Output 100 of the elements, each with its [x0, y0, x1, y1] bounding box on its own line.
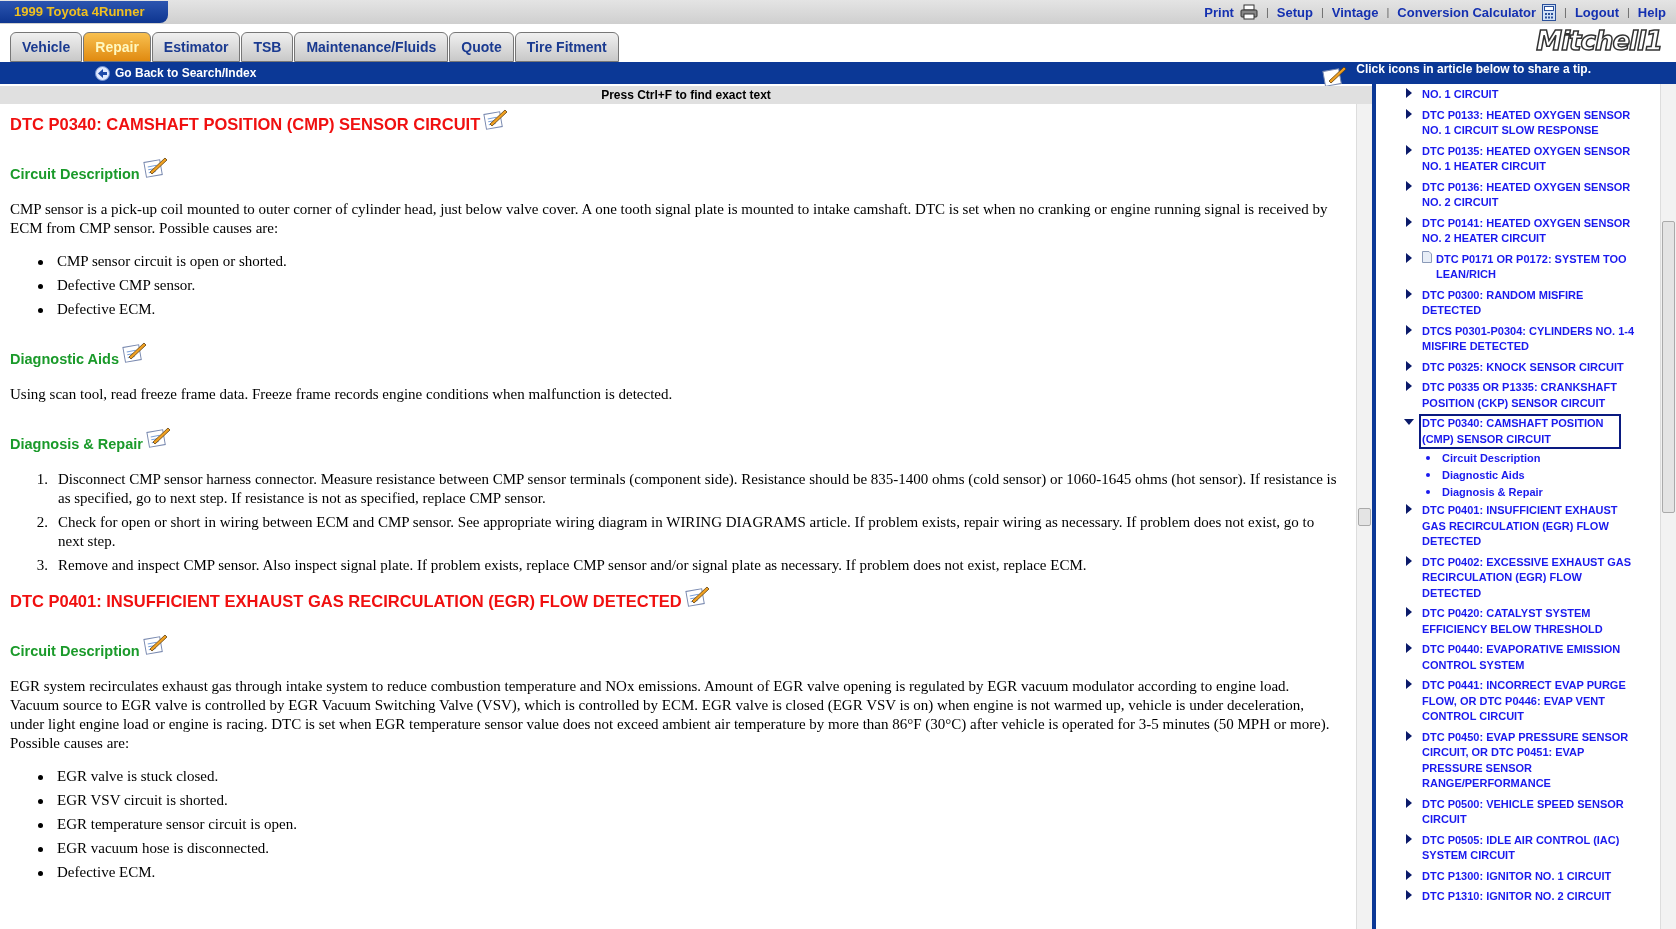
- list-item: Defective ECM.: [57, 863, 156, 882]
- sidebar-sublink[interactable]: Diagnosis & Repair: [1442, 485, 1543, 498]
- tip-text: Click icons in article below to share a tip.: [1356, 62, 1591, 76]
- sidebar-link[interactable]: DTC P1310: IGNITOR NO. 2 CIRCUIT: [1419, 887, 1615, 907]
- caret-right-icon[interactable]: [1404, 833, 1414, 844]
- sidebar-link[interactable]: DTC P0335 OR P1335: CRANKSHAFT POSITION (CKP) SENSOR CIRCUIT: [1419, 378, 1640, 413]
- sidebar-link[interactable]: DTC P0141: HEATED OXYGEN SENSOR NO. 2 HEATER CIRCUIT: [1419, 213, 1640, 249]
- caret-right-icon[interactable]: [1404, 144, 1414, 155]
- caret-right-icon[interactable]: [1404, 360, 1414, 371]
- calculator-icon[interactable]: [1542, 3, 1557, 21]
- nav-tab[interactable]: TSB: [241, 32, 294, 62]
- list-number: 3.: [35, 556, 48, 575]
- header-link[interactable]: Print: [1204, 4, 1234, 20]
- header-link[interactable]: Vintage: [1331, 4, 1379, 20]
- list-item: EGR valve is stuck closed.: [57, 767, 219, 786]
- document-icon: [1422, 250, 1432, 263]
- list-item: EGR vacuum hose is disconnected.: [57, 839, 270, 858]
- scrollbar[interactable]: [1660, 84, 1676, 929]
- sidebar-link[interactable]: DTC P0441: INCORRECT EVAP PURGE FLOW, OR DTC P0446: EVAP VENT CONTROL CIRCUIT: [1419, 676, 1640, 727]
- link-separator: |: [1320, 6, 1324, 18]
- sidebar-sublink[interactable]: Diagnostic Aids: [1442, 468, 1525, 481]
- header-link[interactable]: Setup: [1276, 4, 1313, 20]
- note-pencil-icon[interactable]: [684, 585, 711, 607]
- article-title: DTC P0401: INSUFFICIENT EXHAUST GAS RECIRCULATION (EGR) FLOW DETECTED: [10, 592, 682, 611]
- bullet-icon: [1426, 489, 1430, 494]
- logo: Mitchell1: [1536, 26, 1662, 56]
- note-pencil-icon[interactable]: [142, 156, 169, 178]
- caret-right-icon[interactable]: [1404, 381, 1414, 391]
- caret-right-icon[interactable]: [1404, 607, 1414, 617]
- list-item: Disconnect CMP sensor harness connector. Measure resistance between CMP sensor terminals (component side). Resistance should be 835-1400 ohms (cold sensor) or 1060-1645 ohms (hot sensor). If resistance is as specified, go to next step. If resistance is not as specified, replace CMP sensor.: [58, 470, 1338, 508]
- note-pencil-icon[interactable]: [142, 633, 169, 655]
- header-link[interactable]: Conversion Calculator: [1397, 4, 1537, 20]
- list-item: EGR VSV circuit is shorted.: [57, 791, 228, 810]
- sidebar-link[interactable]: DTC P1300: IGNITOR NO. 1 CIRCUIT: [1419, 866, 1615, 886]
- sidebar-link[interactable]: DTC P0340: CAMSHAFT POSITION (CMP) SENSOR CIRCUIT: [1419, 414, 1621, 449]
- bullet-icon: [38, 775, 43, 780]
- sidebar-link[interactable]: DTC P0505: IDLE AIR CONTROL (IAC) SYSTEM CIRCUIT: [1419, 830, 1640, 866]
- sidebar-link[interactable]: DTC P0135: HEATED OXYGEN SENSOR NO. 1 HEATER CIRCUIT: [1419, 141, 1640, 177]
- sidebar-link[interactable]: DTC P0420: CATALYST SYSTEM EFFICIENCY BELOW THRESHOLD: [1419, 604, 1640, 639]
- link-separator: |: [1265, 6, 1269, 18]
- scrollbar[interactable]: [1356, 104, 1372, 929]
- section-heading: Circuit Description: [10, 643, 140, 659]
- caret-right-icon[interactable]: [1404, 869, 1414, 880]
- list-number: 1.: [35, 470, 48, 489]
- find-hint: Press Ctrl+F to find exact text: [0, 86, 1372, 104]
- caret-right-icon[interactable]: [1404, 730, 1414, 741]
- sidebar-link[interactable]: DTC P0300: RANDOM MISFIRE DETECTED: [1419, 285, 1640, 321]
- caret-right-icon[interactable]: [1404, 88, 1414, 98]
- nav-tab[interactable]: Vehicle: [10, 32, 83, 62]
- sidebar-link[interactable]: DTCS P0301-P0304: CYLINDERS NO. 1-4 MISFIRE DETECTED: [1419, 321, 1640, 357]
- caret-right-icon[interactable]: [1404, 555, 1414, 566]
- sidebar-sublink[interactable]: Circuit Description: [1442, 451, 1541, 464]
- nav-tab[interactable]: Tire Fitment: [514, 32, 619, 62]
- caret-right-icon[interactable]: [1404, 324, 1414, 335]
- note-pencil-icon: [1322, 65, 1349, 87]
- sidebar-link[interactable]: DTC P0171 OR P0172: SYSTEM TOO LEAN/RICH: [1433, 249, 1654, 285]
- section-heading: Diagnosis & Repair: [10, 436, 143, 452]
- bullet-icon: [1426, 455, 1430, 460]
- caret-right-icon[interactable]: [1404, 797, 1414, 808]
- caret-right-icon[interactable]: [1404, 890, 1414, 900]
- bullet-icon: [38, 871, 43, 876]
- list-item: Defective CMP sensor.: [57, 276, 196, 295]
- sidebar-link[interactable]: DTC P0440: EVAPORATIVE EMISSION CONTROL SYSTEM: [1419, 640, 1640, 675]
- sidebar-link[interactable]: DTC P0325: KNOCK SENSOR CIRCUIT: [1419, 357, 1627, 377]
- caret-right-icon[interactable]: [1404, 108, 1414, 119]
- paragraph: Using scan tool, read freeze frame data. Freeze frame records engine conditions when malfunction is detected.: [10, 385, 674, 404]
- header-link[interactable]: Logout: [1574, 4, 1619, 20]
- sidebar-link[interactable]: DTC P0133: HEATED OXYGEN SENSOR NO. 1 CIRCUIT SLOW RESPONSE: [1419, 105, 1640, 141]
- sidebar-link[interactable]: NO. 1 CIRCUIT: [1419, 85, 1502, 105]
- sidebar-link[interactable]: DTC P0402: EXCESSIVE EXHAUST GAS RECIRCULATION (EGR) FLOW DETECTED: [1419, 552, 1640, 603]
- nav-tab[interactable]: Quote: [449, 32, 514, 62]
- caret-right-icon[interactable]: [1404, 216, 1414, 227]
- sidebar-link[interactable]: DTC P0401: INSUFFICIENT EXHAUST GAS RECIRCULATION (EGR) FLOW DETECTED: [1419, 501, 1640, 552]
- printer-icon[interactable]: [1239, 4, 1258, 20]
- caret-right-icon[interactable]: [1404, 252, 1414, 263]
- note-pencil-icon[interactable]: [145, 426, 172, 448]
- list-item: Defective ECM.: [57, 300, 156, 319]
- caret-right-icon[interactable]: [1404, 180, 1414, 191]
- list-item: Check for open or short in wiring between ECM and CMP sensor. See appropriate wiring diagram in WIRING DIAGRAMS article. If problem exists, repair wiring as necessary. If problem does not exist, go to next step.: [58, 513, 1316, 551]
- nav-tab[interactable]: Estimator: [151, 32, 241, 62]
- caret-down-icon[interactable]: [1404, 417, 1414, 427]
- header-link[interactable]: Help: [1637, 4, 1666, 20]
- bullet-icon: [38, 823, 43, 828]
- article-title: DTC P0340: CAMSHAFT POSITION (CMP) SENSOR CIRCUIT: [10, 115, 481, 134]
- link-separator: |: [1626, 6, 1630, 18]
- note-pencil-icon[interactable]: [483, 108, 510, 130]
- back-arrow-icon[interactable]: [95, 65, 110, 81]
- paragraph: EGR system recirculates exhaust gas through intake system to reduce combustion temperature and NOx emissions. Amount of EGR valve opening is regulated by EGR vacuum modulator according to engine load. Vacuum source to EGR valve is controlled by EGR Vacuum Switching Valve (VSV), which is controlled by ECM. EGR valve is closed (EGR VSV is on) when engine is not warmed up, vehicle is under deceleration, under light engine load or engine is racing. DTC is set when EGR temperature sensor value does not exceed ambient air temperature by more than 86°F (30°C) after vehicle is operated for 3-5 minutes (50 MPH or more). Possible causes are:: [10, 677, 1331, 753]
- caret-right-icon[interactable]: [1404, 643, 1414, 653]
- sidebar-link[interactable]: DTC P0450: EVAP PRESSURE SENSOR CIRCUIT, OR DTC P0451: EVAP PRESSURE SENSOR RANGE/PERFORMANCE: [1419, 727, 1640, 794]
- bullet-icon: [38, 308, 43, 313]
- nav-tab[interactable]: Maintenance/Fluids: [294, 32, 449, 62]
- note-pencil-icon[interactable]: [122, 341, 149, 363]
- caret-right-icon[interactable]: [1404, 504, 1414, 514]
- sidebar-link[interactable]: DTC P0136: HEATED OXYGEN SENSOR NO. 2 CIRCUIT: [1419, 177, 1640, 213]
- paragraph: CMP sensor is a pick-up coil mounted to outer corner of cylinder head, just below valve cover. A one tooth signal plate is mounted to intake camshaft. DTC is set when no cranking or engine running signal is received by ECM from CMP sensor. Possible causes are:: [10, 200, 1329, 238]
- back-link[interactable]: Go Back to Search/Index: [115, 66, 257, 80]
- caret-right-icon[interactable]: [1404, 288, 1414, 299]
- sidebar-link[interactable]: DTC P0500: VEHICLE SPEED SENSOR CIRCUIT: [1419, 794, 1640, 830]
- caret-right-icon[interactable]: [1404, 679, 1414, 689]
